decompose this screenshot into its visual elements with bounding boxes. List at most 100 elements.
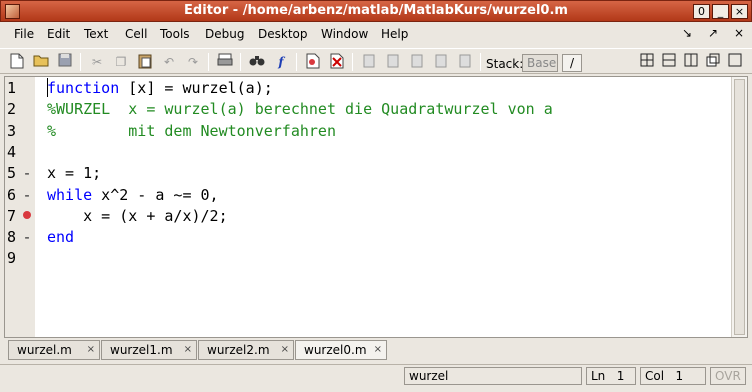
tab-wurzel2[interactable]: wurzel2.m × xyxy=(198,340,294,360)
paste-icon[interactable] xyxy=(136,53,154,71)
stack-select[interactable]: Base xyxy=(522,54,558,72)
clear-breakpoints-icon[interactable] xyxy=(328,53,346,71)
menu-desktop[interactable]: Desktop xyxy=(258,27,308,41)
code-text: %WURZEL x = wurzel(a) berechnet die Quad… xyxy=(47,99,553,120)
line-indicator: Ln 1 xyxy=(586,367,636,385)
code-line[interactable]: 3 % mit dem Newtonverfahren xyxy=(5,121,749,142)
tab-label: wurzel2.m xyxy=(207,343,270,357)
tab-close-icon[interactable]: × xyxy=(87,344,95,355)
column-label: Col xyxy=(645,369,665,383)
code-line[interactable]: 8- end xyxy=(5,227,749,248)
continue-icon[interactable] xyxy=(432,53,450,71)
window-menu-button[interactable]: 0 xyxy=(693,4,710,19)
menu-window[interactable]: Window xyxy=(321,27,368,41)
code-text: x = 1; xyxy=(47,163,101,184)
text-cursor xyxy=(47,78,48,97)
print-icon[interactable] xyxy=(216,53,234,71)
tab-close-icon[interactable]: × xyxy=(184,344,192,355)
find-icon[interactable] xyxy=(248,53,266,71)
code-text: x = (x + a/x)/2; xyxy=(47,206,228,227)
menu-cell[interactable]: Cell xyxy=(125,27,147,41)
step-in-icon[interactable] xyxy=(384,53,402,71)
tile-grid-icon[interactable] xyxy=(638,53,656,71)
code-line[interactable]: 2 %WURZEL x = wurzel(a) berechnet die Qua… xyxy=(5,99,749,120)
tab-close-icon[interactable]: × xyxy=(281,344,289,355)
code-line[interactable]: 6- while x^2 - a ~= 0, xyxy=(5,185,749,206)
menu-text[interactable]: Text xyxy=(84,27,108,41)
undo-icon[interactable]: ↶ xyxy=(160,53,178,71)
close-document-icon[interactable]: × xyxy=(729,26,749,42)
code-editor[interactable]: 1 function [x] = wurzel(a); 2 %WURZEL x = w… xyxy=(4,76,748,338)
code-line[interactable]: 4 xyxy=(5,142,749,163)
toolbar: ✂ ❐ ↶ ↷ f Stack: Base / xyxy=(0,48,752,74)
code-token: x = (x + a/x)/2; xyxy=(47,206,228,225)
tab-close-icon[interactable]: × xyxy=(374,344,382,355)
status-bar: wurzel Ln 1 Col 1 OVR xyxy=(0,364,752,388)
window-title: Editor - /home/arbenz/matlab/MatlabKurs/… xyxy=(184,3,568,18)
cut-icon[interactable]: ✂ xyxy=(88,53,106,71)
breakpoint-slot[interactable]: - xyxy=(22,163,32,184)
code-line[interactable]: 5-x = 1; xyxy=(5,163,749,184)
tab-label: wurzel.m xyxy=(17,343,72,357)
function-icon[interactable]: f xyxy=(272,53,290,71)
open-file-icon[interactable] xyxy=(32,53,50,71)
step-out-icon[interactable] xyxy=(408,53,426,71)
overwrite-indicator: OVR xyxy=(710,367,746,385)
menu-tools[interactable]: Tools xyxy=(160,27,190,41)
menu-help[interactable]: Help xyxy=(381,27,408,41)
float-icon[interactable] xyxy=(704,53,722,71)
code-token: [x] = wurzel(a); xyxy=(119,79,273,97)
comment: %WURZEL x = wurzel(a) berechnet die Quad… xyxy=(47,100,553,119)
keyword: end xyxy=(47,228,75,247)
document-tabs: wurzel.m × wurzel1.m × wurzel2.m × wurze… xyxy=(8,340,388,360)
set-breakpoint-icon[interactable] xyxy=(304,53,322,71)
line-number: 5 xyxy=(7,164,17,183)
close-window-button[interactable]: × xyxy=(731,4,748,19)
scrollbar-thumb[interactable] xyxy=(734,79,745,335)
tab-wurzel0[interactable]: wurzel0.m × xyxy=(295,340,387,360)
line-number: 3 xyxy=(7,121,17,140)
vertical-scrollbar[interactable] xyxy=(731,77,747,337)
comment: % mit dem Newtonverfahren xyxy=(47,121,336,140)
undock-icon[interactable]: ↘ xyxy=(677,26,697,42)
line-number: 1 xyxy=(7,79,17,97)
line-value: 1 xyxy=(616,369,625,383)
breakpoint-icon[interactable] xyxy=(22,206,32,227)
code-text: end xyxy=(47,227,74,248)
dock-icon[interactable]: ↗ xyxy=(703,26,723,42)
tab-wurzel1[interactable]: wurzel1.m × xyxy=(101,340,197,360)
menu-file[interactable]: File xyxy=(14,27,34,41)
split-horizontal-icon[interactable] xyxy=(660,53,678,71)
maximize-icon[interactable] xyxy=(726,53,744,71)
code-line[interactable]: 1 function [x] = wurzel(a); xyxy=(5,78,749,99)
line-number: 4 xyxy=(7,142,17,161)
split-vertical-icon[interactable] xyxy=(682,53,700,71)
redo-icon[interactable]: ↷ xyxy=(184,53,202,71)
stack-label: Stack: xyxy=(486,57,524,71)
title-bar: Editor - /home/arbenz/matlab/MatlabKurs/… xyxy=(0,0,752,22)
code-line[interactable]: 7 x = (x + a/x)/2; xyxy=(5,206,749,227)
new-file-icon[interactable] xyxy=(8,53,26,71)
breakpoint-slot[interactable]: - xyxy=(22,185,32,206)
copy-icon[interactable]: ❐ xyxy=(112,53,130,71)
tab-wurzel[interactable]: wurzel.m × xyxy=(8,340,100,360)
code-token: x = 1; xyxy=(47,164,102,183)
code-token: x^2 - a ~= 0, xyxy=(92,185,219,204)
tab-label: wurzel1.m xyxy=(110,343,173,357)
keyword: while xyxy=(47,185,93,204)
column-value: 1 xyxy=(675,369,684,383)
line-number: 9 xyxy=(7,249,17,268)
menu-edit[interactable]: Edit xyxy=(47,27,70,41)
code-text: % mit dem Newtonverfahren xyxy=(47,121,336,142)
minimize-button[interactable]: _ xyxy=(712,4,729,19)
save-icon[interactable] xyxy=(56,53,74,71)
breakpoint-slot[interactable]: - xyxy=(22,227,32,248)
line-number: 2 xyxy=(7,100,17,119)
stack-button[interactable]: / xyxy=(562,54,582,72)
line-number: 6 xyxy=(7,185,17,204)
exit-debug-icon[interactable] xyxy=(456,53,474,71)
menu-debug[interactable]: Debug xyxy=(205,27,244,41)
step-icon[interactable] xyxy=(360,53,378,71)
code-line[interactable]: 9 xyxy=(5,248,749,269)
current-function: wurzel xyxy=(404,367,582,385)
